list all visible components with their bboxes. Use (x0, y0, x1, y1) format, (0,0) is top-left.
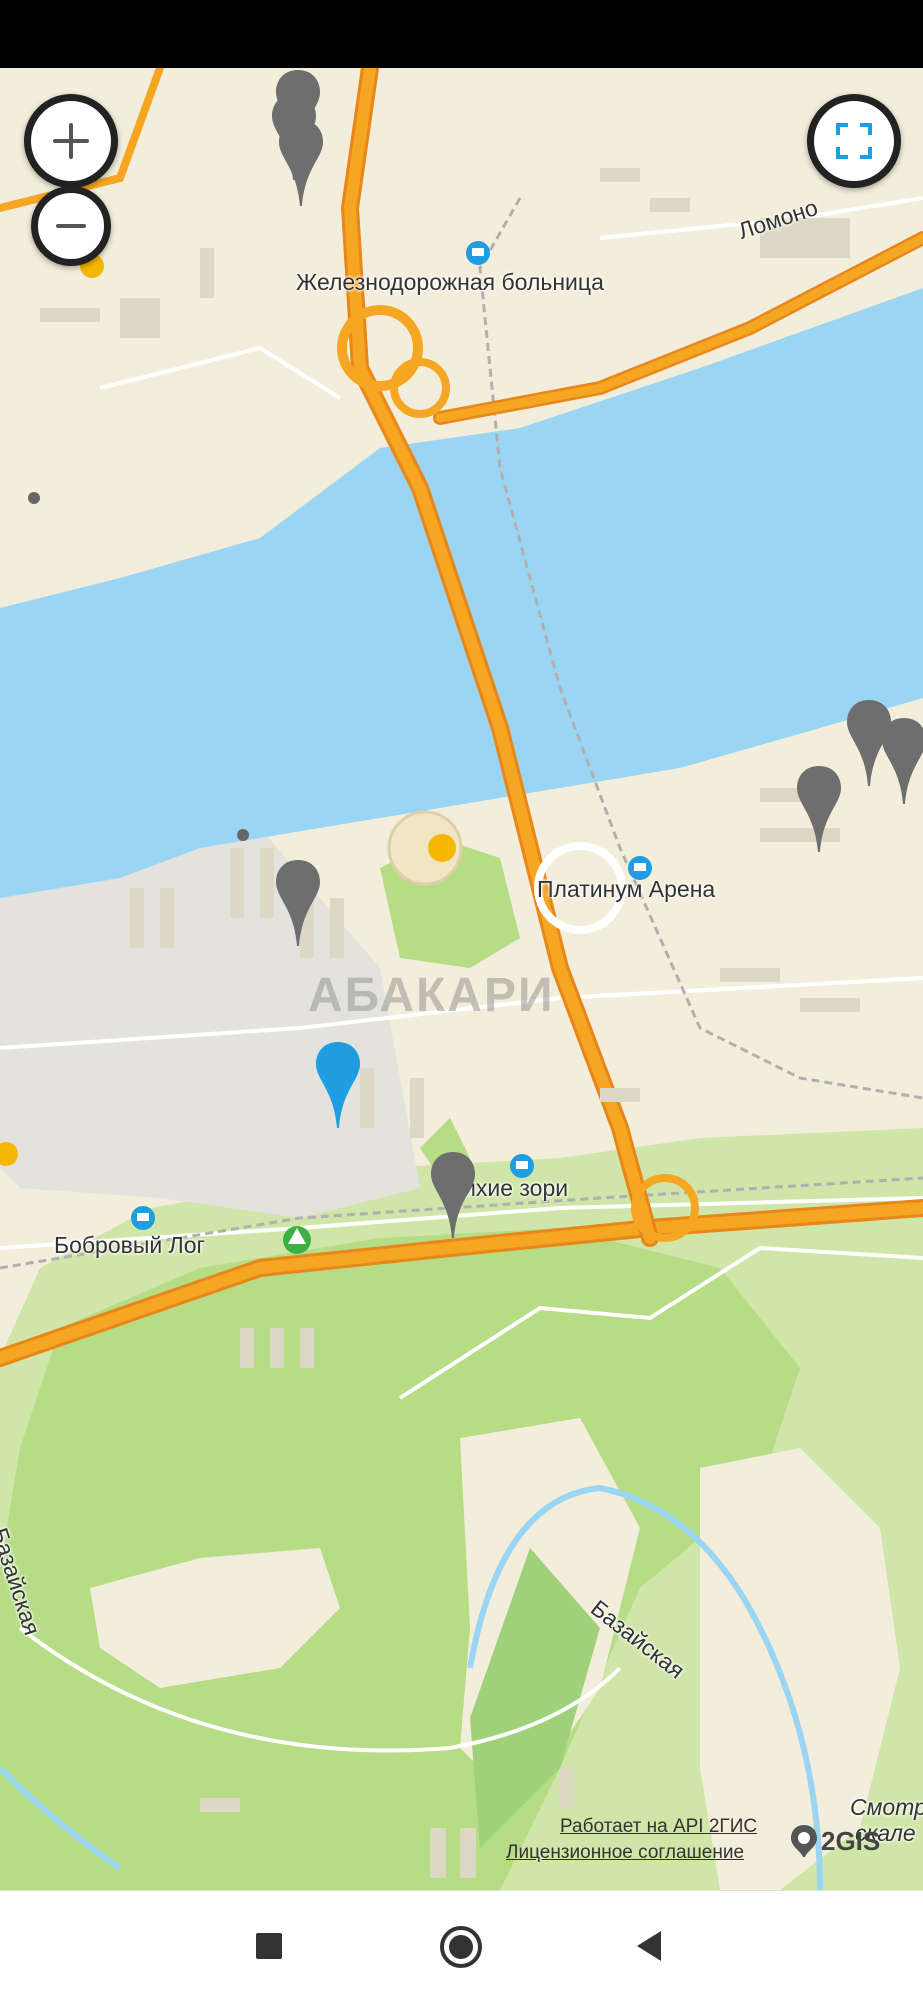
map-pin[interactable] (429, 1150, 477, 1240)
map-pin[interactable] (880, 716, 923, 806)
fullscreen-button[interactable] (807, 94, 901, 188)
recent-apps-button[interactable] (254, 1931, 284, 1961)
map-pin[interactable] (795, 764, 843, 854)
label-smotr: Смотр (850, 1794, 923, 1820)
minus-icon (56, 224, 86, 228)
fullscreen-icon (836, 123, 872, 159)
api-attribution-link[interactable]: Работает на API 2ГИС (560, 1816, 757, 1838)
map-view[interactable]: Железнодорожная больница Ломоно Платинум… (0, 68, 923, 1890)
map-pin[interactable] (274, 858, 322, 948)
status-bar (0, 0, 923, 68)
home-button[interactable] (439, 1925, 483, 1969)
zoom-in-button[interactable] (24, 94, 118, 188)
2gis-logo-text: 2GIS (821, 1825, 881, 1856)
2gis-logo-icon (791, 1825, 817, 1857)
back-button[interactable] (633, 1929, 665, 1963)
label-hospital: Железнодорожная больница (296, 269, 604, 295)
2gis-logo: 2GIS (789, 1823, 880, 1859)
plus-icon (53, 123, 89, 159)
label-bobrovy-log: Бобровый Лог (54, 1232, 205, 1258)
watermark: АБАКАРИ (308, 969, 555, 1022)
map-pin[interactable] (277, 118, 325, 208)
zoom-out-button[interactable] (31, 186, 111, 266)
label-zori: ихие зори (463, 1175, 569, 1201)
label-arena: Платинум Арена (537, 876, 716, 902)
navigation-bar (0, 1890, 923, 2001)
license-agreement-link[interactable]: Лицензионное соглашение (506, 1842, 744, 1864)
selected-map-pin[interactable] (314, 1040, 362, 1130)
